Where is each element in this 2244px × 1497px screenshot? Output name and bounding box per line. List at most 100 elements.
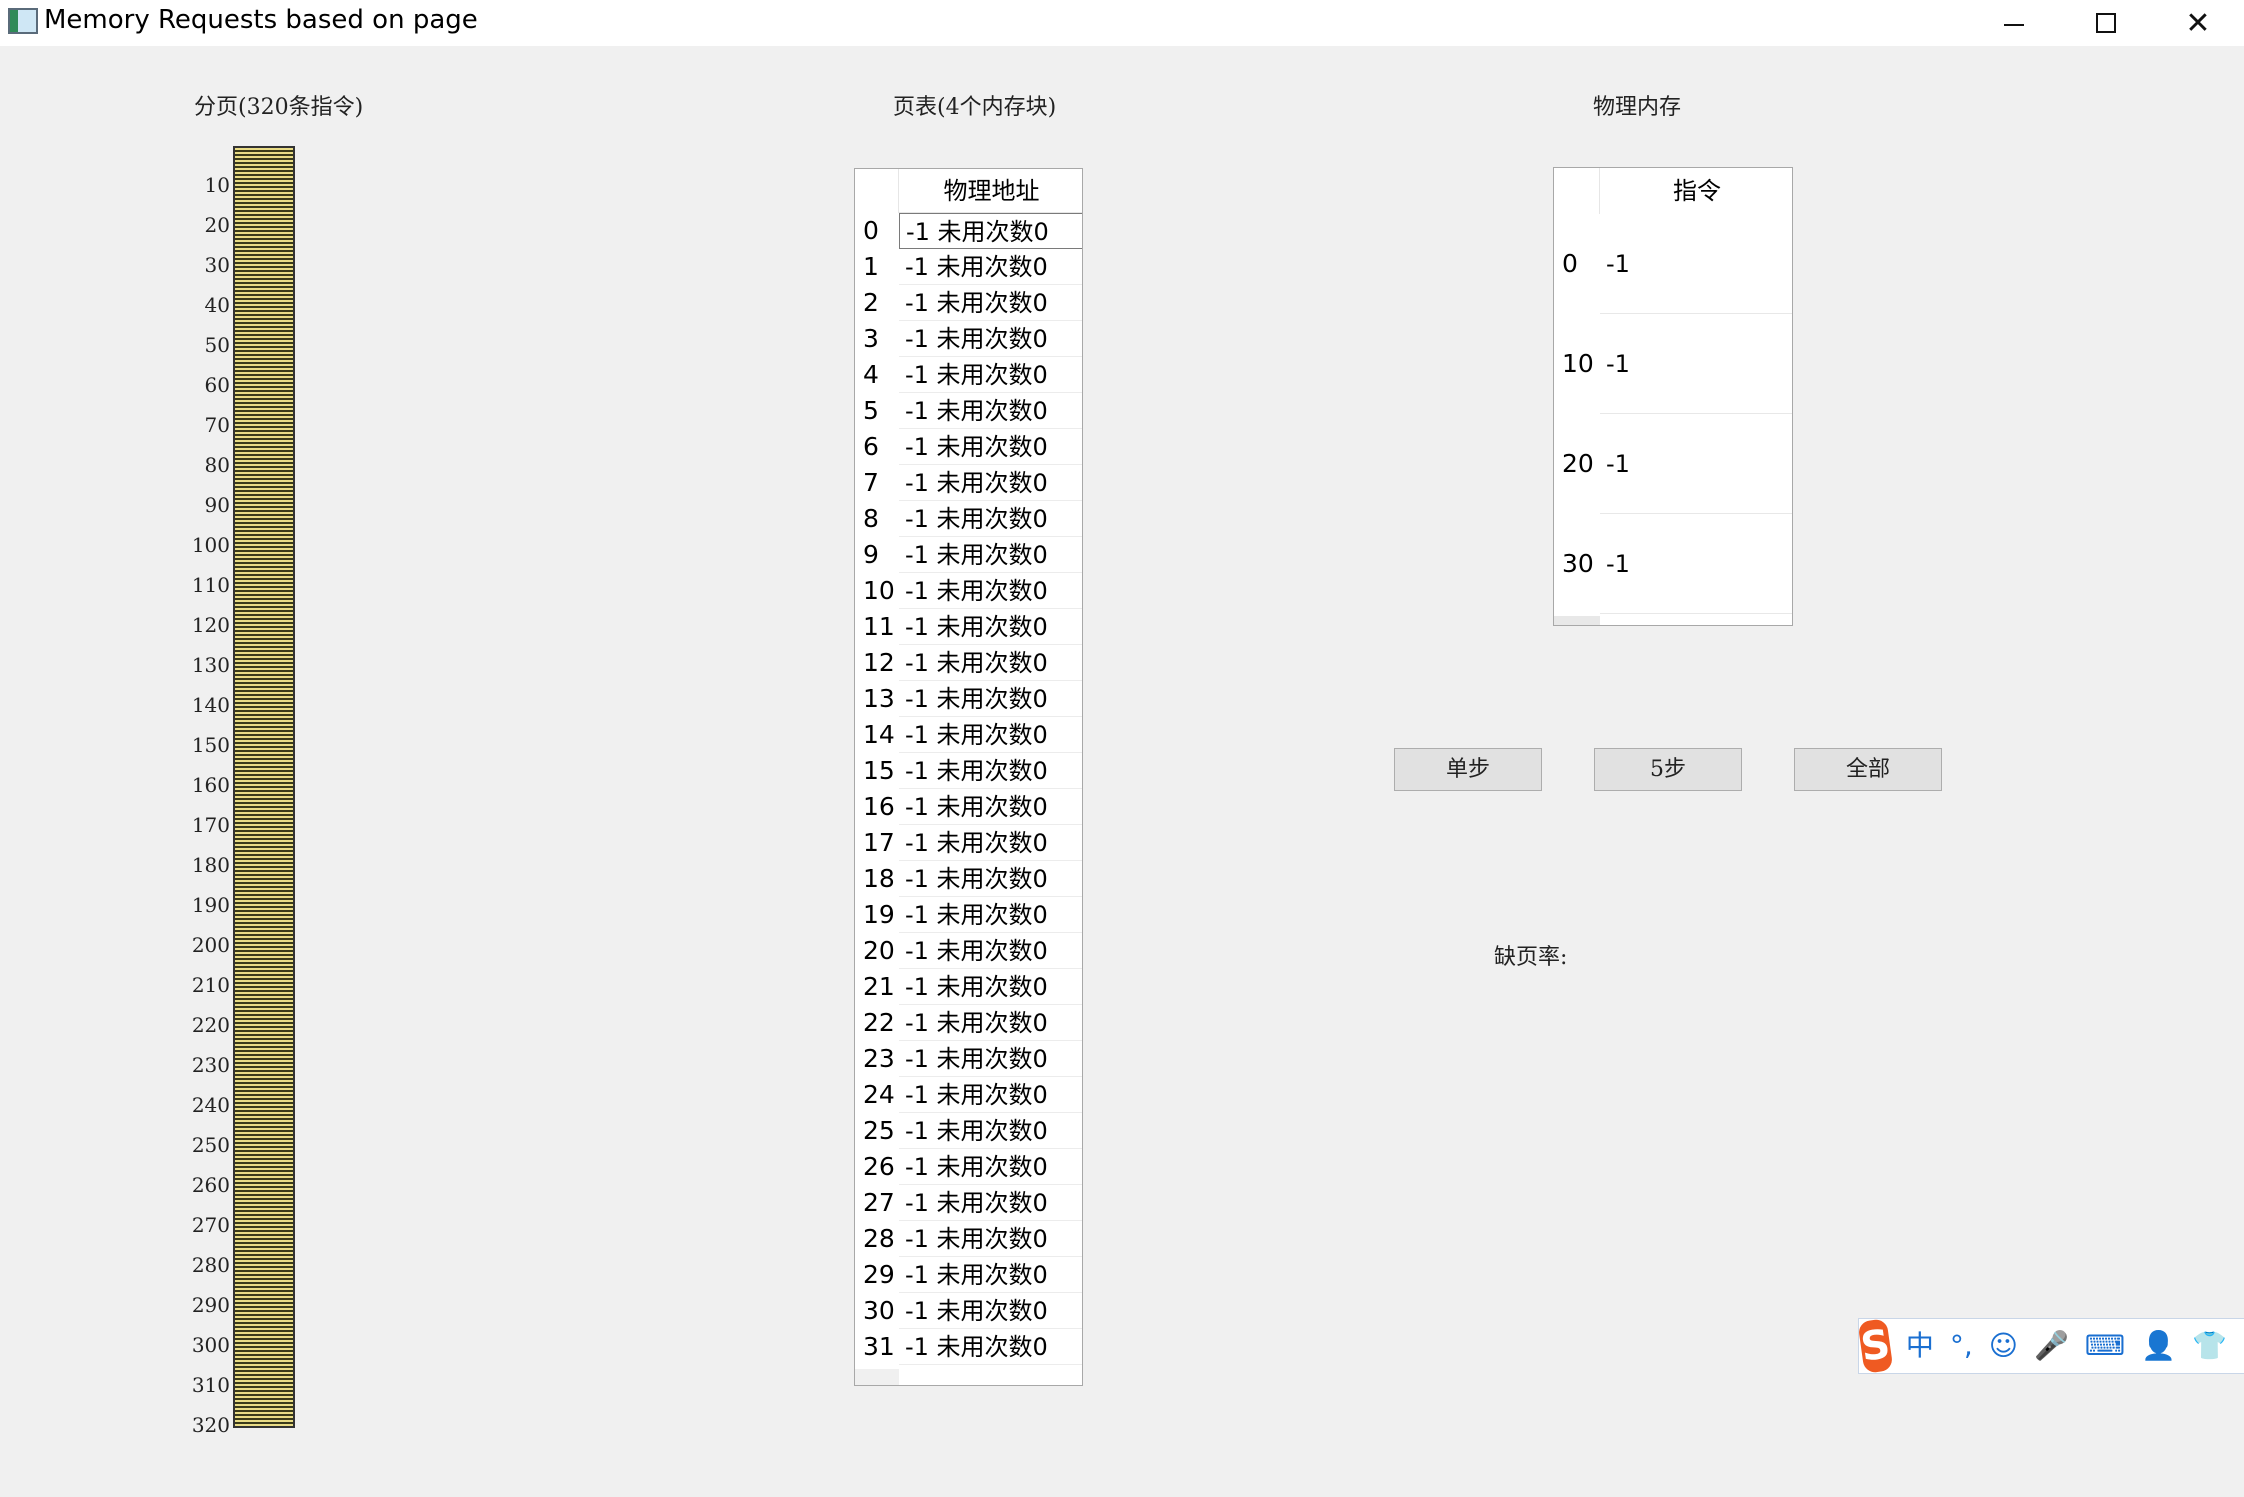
ime-keyboard-icon[interactable]: ⌨ bbox=[2085, 1318, 2125, 1374]
page-table-row[interactable]: 4 -1 未用次数0 bbox=[855, 357, 1082, 393]
page-table-row[interactable]: 29 -1 未用次数0 bbox=[855, 1257, 1082, 1293]
page-table-row[interactable]: 7 -1 未用次数0 bbox=[855, 465, 1082, 501]
page-table-cell[interactable]: -1 未用次数0 bbox=[899, 1257, 1082, 1293]
maximize-button[interactable] bbox=[2060, 0, 2152, 46]
page-table-row[interactable]: 9 -1 未用次数0 bbox=[855, 537, 1082, 573]
page-table-cell[interactable]: -1 未用次数0 bbox=[899, 285, 1082, 321]
paging-tick-label: 300 bbox=[191, 1333, 230, 1357]
page-table-row[interactable]: 24 -1 未用次数0 bbox=[855, 1077, 1082, 1113]
page-table-row[interactable]: 19 -1 未用次数0 bbox=[855, 897, 1082, 933]
page-table-cell[interactable]: -1 未用次数0 bbox=[899, 825, 1082, 861]
close-button[interactable]: ✕ bbox=[2152, 0, 2244, 46]
page-table-row-number: 8 bbox=[863, 504, 879, 533]
page-table-cell[interactable]: -1 未用次数0 bbox=[899, 357, 1082, 393]
ime-chinese-mode-icon[interactable]: 中 bbox=[1906, 1318, 1934, 1374]
page-table-cell[interactable]: -1 未用次数0 bbox=[899, 1077, 1082, 1113]
five-steps-button[interactable]: 5步 bbox=[1594, 748, 1742, 791]
page-table-row[interactable]: 30 -1 未用次数0 bbox=[855, 1293, 1082, 1329]
page-table-header[interactable]: 物理地址 bbox=[899, 169, 1082, 213]
memory-table-row[interactable]: 20 -1 bbox=[1554, 414, 1792, 514]
single-step-button[interactable]: 单步 bbox=[1394, 748, 1542, 791]
memory-table-header[interactable]: 指令 bbox=[1600, 168, 1792, 214]
run-all-button[interactable]: 全部 bbox=[1794, 748, 1942, 791]
page-table-cell[interactable]: -1 未用次数0 bbox=[899, 1185, 1082, 1221]
ime-toolbar[interactable]: S 中°,☺🎤⌨👤👕▦ bbox=[1857, 1318, 2244, 1374]
page-table-row[interactable]: 27 -1 未用次数0 bbox=[855, 1185, 1082, 1221]
physical-memory-table[interactable]: 指令 0 -1 10 -1 20 -1 30 -1 bbox=[1553, 167, 1793, 626]
page-table-cell[interactable]: -1 未用次数0 bbox=[899, 645, 1082, 681]
paging-tick-label: 20 bbox=[204, 213, 230, 237]
page-table-row[interactable]: 5 -1 未用次数0 bbox=[855, 393, 1082, 429]
page-table-row[interactable]: 21 -1 未用次数0 bbox=[855, 969, 1082, 1005]
page-table-cell[interactable]: -1 未用次数0 bbox=[899, 753, 1082, 789]
ime-skin-icon[interactable]: 👕 bbox=[2192, 1318, 2227, 1374]
page-table-row[interactable]: 1 -1 未用次数0 bbox=[855, 249, 1082, 285]
page-table-row[interactable]: 25 -1 未用次数0 bbox=[855, 1113, 1082, 1149]
page-table-row[interactable]: 2 -1 未用次数0 bbox=[855, 285, 1082, 321]
page-table-row[interactable]: 13 -1 未用次数0 bbox=[855, 681, 1082, 717]
page-table-cell[interactable]: -1 未用次数0 bbox=[899, 537, 1082, 573]
page-table-cell[interactable]: -1 未用次数0 bbox=[899, 609, 1082, 645]
page-table-cell[interactable]: -1 未用次数0 bbox=[899, 717, 1082, 753]
page-table-row[interactable]: 8 -1 未用次数0 bbox=[855, 501, 1082, 537]
page-table-cell[interactable]: -1 未用次数0 bbox=[899, 1221, 1082, 1257]
ime-punctuation-icon[interactable]: °, bbox=[1950, 1318, 1973, 1374]
memory-table-row[interactable]: 0 -1 bbox=[1554, 214, 1792, 314]
memory-cell[interactable]: -1 bbox=[1600, 214, 1792, 314]
page-table-row-number: 26 bbox=[863, 1152, 895, 1181]
paging-tick-label: 180 bbox=[191, 853, 230, 877]
page-table-cell[interactable]: -1 未用次数0 bbox=[899, 1113, 1082, 1149]
ime-user-icon[interactable]: 👤 bbox=[2141, 1318, 2176, 1374]
memory-table-row[interactable]: 30 -1 bbox=[1554, 514, 1792, 614]
memory-cell[interactable]: -1 bbox=[1600, 314, 1792, 414]
page-table-cell[interactable]: -1 未用次数0 bbox=[899, 249, 1082, 285]
page-table-cell[interactable]: -1 未用次数0 bbox=[899, 465, 1082, 501]
page-table-cell[interactable]: -1 未用次数0 bbox=[899, 933, 1082, 969]
page-table-cell[interactable]: -1 未用次数0 bbox=[899, 897, 1082, 933]
page-table-cell[interactable]: -1 未用次数0 bbox=[899, 1329, 1082, 1365]
page-table-row[interactable]: 28 -1 未用次数0 bbox=[855, 1221, 1082, 1257]
page-table-row[interactable]: 18 -1 未用次数0 bbox=[855, 861, 1082, 897]
page-table-cell[interactable]: -1 未用次数0 bbox=[899, 393, 1082, 429]
page-table-row-number: 4 bbox=[863, 360, 879, 389]
page-table-cell[interactable]: -1 未用次数0 bbox=[899, 861, 1082, 897]
page-table-cell[interactable]: -1 未用次数0 bbox=[899, 1293, 1082, 1329]
page-table-cell[interactable]: -1 未用次数0 bbox=[899, 321, 1082, 357]
page-table-row-number: 12 bbox=[863, 648, 895, 677]
memory-cell[interactable]: -1 bbox=[1600, 514, 1792, 614]
page-table-row[interactable]: 22 -1 未用次数0 bbox=[855, 1005, 1082, 1041]
memory-table-row[interactable]: 10 -1 bbox=[1554, 314, 1792, 414]
page-table-cell[interactable]: -1 未用次数0 bbox=[899, 1149, 1082, 1185]
page-table-cell[interactable]: -1 未用次数0 bbox=[899, 969, 1082, 1005]
page-table-row[interactable]: 23 -1 未用次数0 bbox=[855, 1041, 1082, 1077]
page-table-cell[interactable]: -1 未用次数0 bbox=[899, 789, 1082, 825]
ime-emoji-icon[interactable]: ☺ bbox=[1989, 1318, 2018, 1374]
page-table-row[interactable]: 31 -1 未用次数0 bbox=[855, 1329, 1082, 1365]
page-table-cell[interactable]: -1 未用次数0 bbox=[899, 681, 1082, 717]
page-table-row[interactable]: 20 -1 未用次数0 bbox=[855, 933, 1082, 969]
page-table-row[interactable]: 14 -1 未用次数0 bbox=[855, 717, 1082, 753]
page-table-row[interactable]: 6 -1 未用次数0 bbox=[855, 429, 1082, 465]
page-table-row-number: 5 bbox=[863, 396, 879, 425]
page-table-cell[interactable]: -1 未用次数0 bbox=[899, 1041, 1082, 1077]
page-table-row[interactable]: 3 -1 未用次数0 bbox=[855, 321, 1082, 357]
paging-tick-label: 70 bbox=[204, 413, 230, 437]
page-table[interactable]: 物理地址 0 -1 未用次数0 1 -1 未用次数0 2 -1 未用次数0 3 -1 未用次数… bbox=[854, 168, 1083, 1386]
sogou-logo-icon[interactable]: S bbox=[1857, 1318, 1894, 1374]
page-table-cell[interactable]: -1 未用次数0 bbox=[899, 213, 1082, 249]
memory-cell[interactable]: -1 bbox=[1600, 414, 1792, 514]
page-table-cell[interactable]: -1 未用次数0 bbox=[899, 573, 1082, 609]
page-table-row[interactable]: 17 -1 未用次数0 bbox=[855, 825, 1082, 861]
ime-voice-icon[interactable]: 🎤 bbox=[2034, 1318, 2069, 1374]
page-table-row[interactable]: 16 -1 未用次数0 bbox=[855, 789, 1082, 825]
page-table-row[interactable]: 15 -1 未用次数0 bbox=[855, 753, 1082, 789]
page-table-row[interactable]: 26 -1 未用次数0 bbox=[855, 1149, 1082, 1185]
page-table-cell[interactable]: -1 未用次数0 bbox=[899, 1005, 1082, 1041]
page-table-cell[interactable]: -1 未用次数0 bbox=[899, 501, 1082, 537]
page-table-row[interactable]: 12 -1 未用次数0 bbox=[855, 645, 1082, 681]
page-table-cell[interactable]: -1 未用次数0 bbox=[899, 429, 1082, 465]
page-table-row[interactable]: 10 -1 未用次数0 bbox=[855, 573, 1082, 609]
page-table-row[interactable]: 11 -1 未用次数0 bbox=[855, 609, 1082, 645]
minimize-button[interactable] bbox=[1968, 0, 2060, 46]
page-table-row[interactable]: 0 -1 未用次数0 bbox=[855, 213, 1082, 249]
